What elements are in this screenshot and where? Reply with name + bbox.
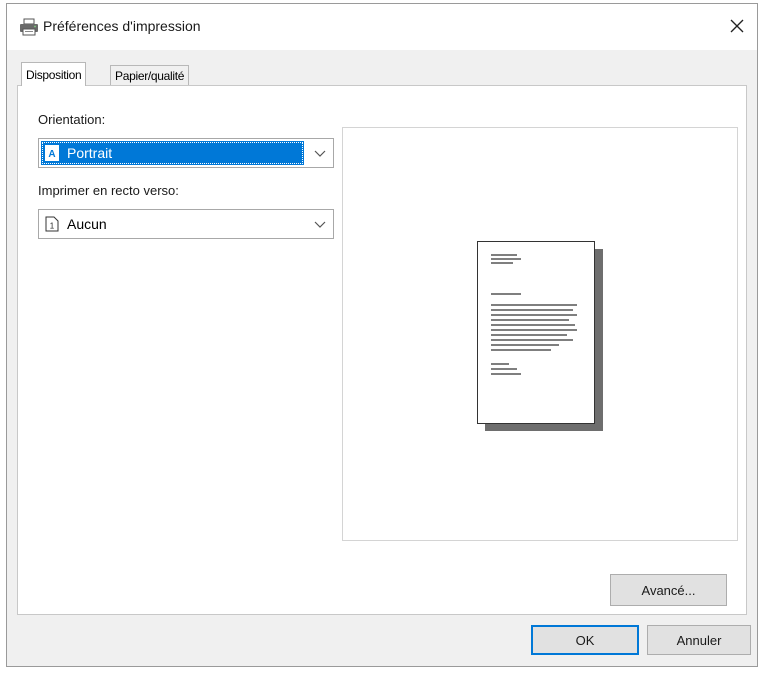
- tab-paper-quality[interactable]: Papier/qualité: [110, 65, 190, 85]
- tab-panel-layout: Orientation: A Portrait Imprimer en rect…: [17, 85, 747, 615]
- page-preview: [342, 127, 738, 541]
- orientation-selected: A Portrait: [41, 141, 304, 165]
- print-preferences-dialog: Préférences d'impression Disposition Pap…: [6, 3, 758, 667]
- orientation-select[interactable]: A Portrait: [38, 138, 334, 168]
- chevron-down-icon: [313, 217, 327, 231]
- svg-text:A: A: [48, 149, 55, 160]
- close-button[interactable]: [717, 4, 757, 50]
- title-bar: Préférences d'impression: [7, 4, 757, 50]
- portrait-page-icon: A: [45, 145, 59, 161]
- ok-button[interactable]: OK: [531, 625, 639, 655]
- cancel-button[interactable]: Annuler: [647, 625, 751, 655]
- tab-strip: Disposition Papier/qualité: [7, 50, 757, 86]
- svg-text:1: 1: [50, 222, 55, 231]
- orientation-label: Orientation:: [38, 112, 106, 127]
- chevron-down-icon: [313, 146, 327, 160]
- close-icon: [730, 19, 744, 36]
- duplex-label: Imprimer en recto verso:: [38, 183, 179, 198]
- printer-icon: [19, 18, 39, 36]
- window-title: Préférences d'impression: [43, 18, 201, 34]
- single-page-icon: 1: [45, 216, 59, 232]
- duplex-value: Aucun: [67, 216, 107, 232]
- duplex-select[interactable]: 1 Aucun: [38, 209, 334, 239]
- orientation-value: Portrait: [67, 145, 113, 161]
- page-preview-icon: [477, 241, 607, 438]
- advanced-button[interactable]: Avancé...: [610, 574, 727, 606]
- tab-layout[interactable]: Disposition: [21, 62, 87, 86]
- duplex-selected: 1 Aucun: [41, 212, 304, 236]
